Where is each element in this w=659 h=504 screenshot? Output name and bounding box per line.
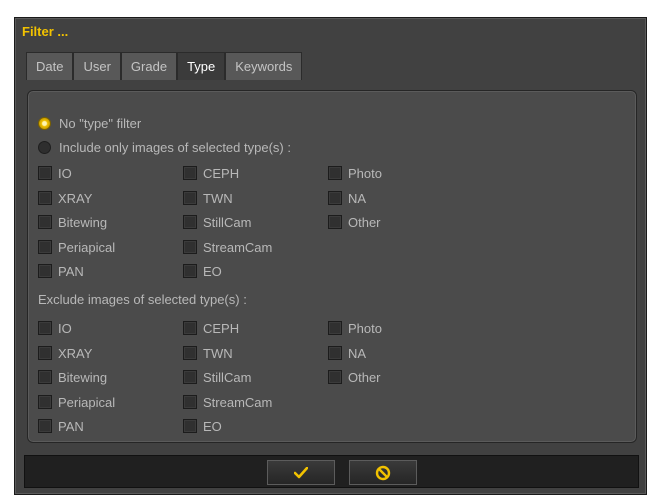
tab-type[interactable]: Type [177, 52, 226, 80]
ok-button[interactable] [267, 460, 335, 485]
include-checkbox-ceph[interactable]: CEPH [183, 164, 239, 182]
include-checkbox-periapical[interactable]: Periapical [38, 238, 115, 256]
checkbox-label: XRAY [58, 345, 93, 361]
checkbox[interactable] [183, 240, 197, 254]
checkbox-label: Bitewing [58, 369, 108, 385]
checkbox-label: Other [348, 214, 381, 230]
radio-include-only[interactable]: Include only images of selected type(s) … [38, 137, 291, 157]
checkbox-label: XRAY [58, 190, 93, 206]
exclude-checkbox-ceph[interactable]: CEPH [183, 319, 239, 337]
radio-unselected-icon[interactable] [38, 140, 51, 154]
checkbox-label: TWN [203, 345, 233, 361]
checkbox-label: Bitewing [58, 214, 108, 230]
checkbox[interactable] [38, 321, 52, 335]
checkbox[interactable] [183, 370, 197, 384]
dialog-footer [24, 455, 639, 488]
checkbox-label: Photo [348, 165, 382, 181]
checkbox-label: CEPH [203, 320, 240, 336]
include-checkbox-twn[interactable]: TWN [183, 189, 233, 207]
exclude-checkbox-periapical[interactable]: Periapical [38, 393, 115, 411]
exclude-checkbox-other[interactable]: Other [328, 368, 381, 386]
radio-no-filter[interactable]: No "type" filter [38, 113, 141, 133]
tab-grade[interactable]: Grade [120, 52, 178, 80]
checkbox-label: PAN [58, 418, 84, 434]
checkbox-label: TWN [203, 190, 233, 206]
include-checkbox-xray[interactable]: XRAY [38, 189, 92, 207]
cancel-icon [375, 465, 391, 480]
exclude-checkbox-io[interactable]: IO [38, 319, 72, 337]
exclude-checkbox-bitewing[interactable]: Bitewing [38, 368, 107, 386]
checkbox[interactable] [183, 264, 197, 278]
exclude-checkbox-streamcam[interactable]: StreamCam [183, 393, 272, 411]
exclude-checkbox-pan[interactable]: PAN [38, 417, 84, 435]
checkbox-label: IO [58, 320, 72, 336]
exclude-checkbox-xray[interactable]: XRAY [38, 344, 92, 362]
checkbox[interactable] [38, 240, 52, 254]
checkbox[interactable] [183, 215, 197, 229]
include-checkbox-other[interactable]: Other [328, 213, 381, 231]
tab-user[interactable]: User [73, 52, 121, 80]
radio-no-filter-label: No "type" filter [59, 115, 142, 131]
checkbox-label: EO [203, 418, 222, 434]
filter-dialog: Filter ... Date User Grade Type Keywords… [14, 17, 647, 495]
include-checkbox-streamcam[interactable]: StreamCam [183, 238, 272, 256]
checkbox-label: StillCam [203, 214, 252, 230]
checkbox-label: StreamCam [203, 239, 273, 255]
include-checkbox-pan[interactable]: PAN [38, 262, 84, 280]
checkbox-label: Periapical [58, 394, 116, 410]
checkbox-label: NA [348, 190, 367, 206]
checkbox-label: IO [58, 165, 72, 181]
checkbox[interactable] [328, 166, 342, 180]
checkbox[interactable] [328, 346, 342, 360]
checkbox[interactable] [328, 215, 342, 229]
radio-include-only-label: Include only images of selected type(s) … [59, 139, 291, 155]
exclude-checkbox-twn[interactable]: TWN [183, 344, 233, 362]
checkbox-label: PAN [58, 263, 84, 279]
checkmark-icon [294, 466, 308, 478]
include-checkbox-photo[interactable]: Photo [328, 164, 382, 182]
checkbox[interactable] [38, 395, 52, 409]
checkbox-label: StillCam [203, 369, 252, 385]
exclude-checkbox-stillcam[interactable]: StillCam [183, 368, 251, 386]
checkbox-label: CEPH [203, 165, 240, 181]
include-checkbox-io[interactable]: IO [38, 164, 72, 182]
checkbox[interactable] [183, 419, 197, 433]
exclude-checkbox-eo[interactable]: EO [183, 417, 222, 435]
checkbox[interactable] [183, 321, 197, 335]
checkbox[interactable] [38, 346, 52, 360]
checkbox[interactable] [328, 191, 342, 205]
checkbox-label: Other [348, 369, 381, 385]
cancel-button[interactable] [349, 460, 417, 485]
checkbox[interactable] [38, 264, 52, 278]
type-filter-panel: No "type" filter Include only images of … [27, 90, 637, 443]
checkbox[interactable] [38, 191, 52, 205]
checkbox[interactable] [38, 419, 52, 433]
tab-keywords[interactable]: Keywords [225, 52, 303, 80]
include-checkbox-na[interactable]: NA [328, 189, 366, 207]
exclude-section-label: Exclude images of selected type(s) : [38, 292, 247, 307]
checkbox-label: NA [348, 345, 367, 361]
radio-selected-icon[interactable] [38, 116, 51, 130]
checkbox[interactable] [183, 191, 197, 205]
include-checkbox-bitewing[interactable]: Bitewing [38, 213, 107, 231]
checkbox[interactable] [183, 346, 197, 360]
dialog-title: Filter ... [22, 24, 69, 39]
checkbox[interactable] [38, 215, 52, 229]
exclude-checkbox-photo[interactable]: Photo [328, 319, 382, 337]
checkbox-label: StreamCam [203, 394, 273, 410]
tab-date[interactable]: Date [26, 52, 74, 80]
checkbox[interactable] [38, 166, 52, 180]
include-checkbox-stillcam[interactable]: StillCam [183, 213, 251, 231]
checkbox-label: Photo [348, 320, 382, 336]
checkbox-label: Periapical [58, 239, 116, 255]
checkbox[interactable] [328, 370, 342, 384]
exclude-checkbox-na[interactable]: NA [328, 344, 366, 362]
checkbox-label: EO [203, 263, 222, 279]
checkbox[interactable] [183, 166, 197, 180]
checkbox[interactable] [183, 395, 197, 409]
checkbox[interactable] [328, 321, 342, 335]
include-checkbox-eo[interactable]: EO [183, 262, 222, 280]
checkbox[interactable] [38, 370, 52, 384]
tab-bar: Date User Grade Type Keywords [26, 52, 303, 80]
